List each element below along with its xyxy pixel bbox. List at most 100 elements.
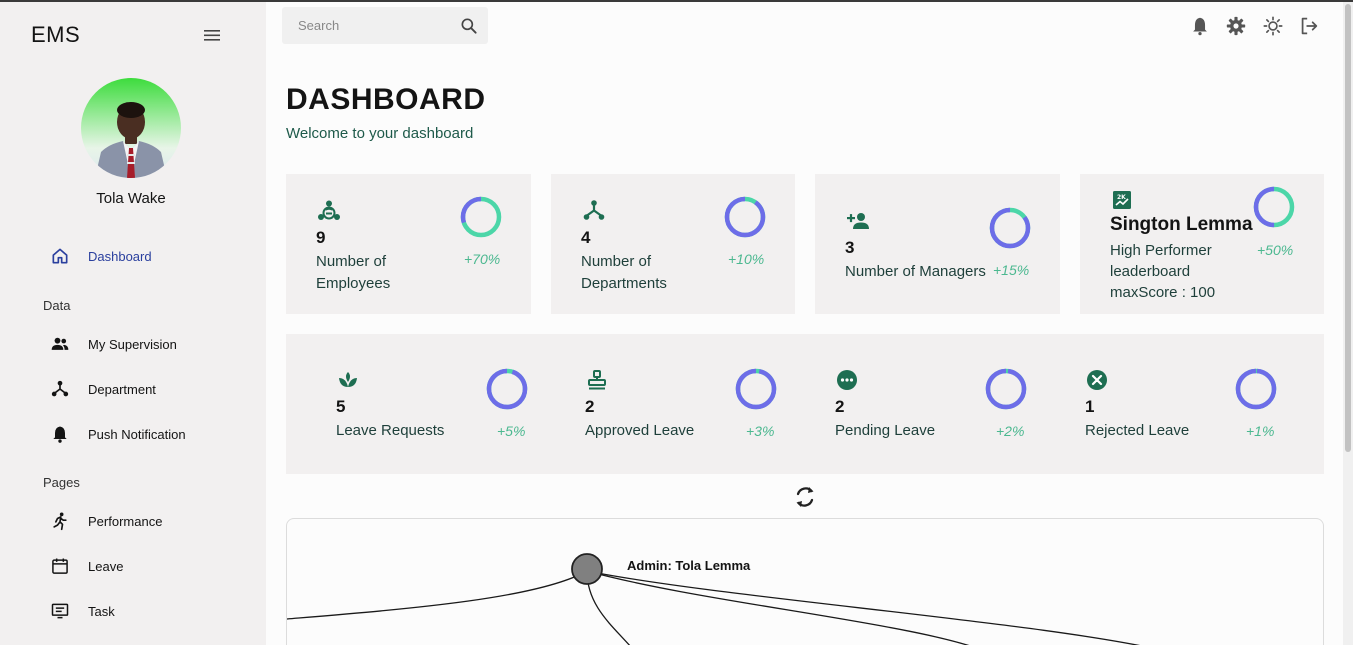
sidebar-item-leave[interactable]: Leave <box>50 552 123 580</box>
sidebar-item-label: Leave <box>88 558 124 574</box>
stat-value: 2 <box>835 397 845 416</box>
sun-icon[interactable] <box>1262 15 1284 37</box>
stat-card-leaderboard: 2K Sington Lemma High Performer leaderboa… <box>1080 174 1324 314</box>
stat-value: 3 <box>845 238 855 257</box>
person-add-icon <box>845 208 871 234</box>
stat-card-employees: 9 Number of Employees +70% <box>286 174 531 314</box>
progress-ring <box>735 368 777 410</box>
hierarchy-icon <box>581 198 607 224</box>
stat-value: 9 <box>316 228 326 247</box>
search-input[interactable] <box>282 7 452 44</box>
sidebar-item-label: Push Notification <box>88 426 186 442</box>
org-tree-links <box>287 553 1140 645</box>
app-frame: EMS Tola Wake Dashboard Data My Supervis… <box>0 2 1353 645</box>
bell-icon[interactable] <box>1189 15 1211 37</box>
progress-ring <box>989 207 1031 249</box>
stat-pending-leave: 2 Pending Leave +2% <box>785 334 1034 474</box>
progress-ring <box>1253 186 1295 228</box>
stat-value: 1 <box>1085 397 1095 416</box>
stat-percent: +3% <box>746 423 775 439</box>
sidebar-item-performance[interactable]: Performance <box>50 507 162 535</box>
progress-ring-remaining <box>735 368 777 410</box>
stat-percent: +10% <box>728 251 765 267</box>
stat-label: Pending Leave <box>835 422 936 439</box>
gear-icon[interactable] <box>1225 15 1247 37</box>
tree-link <box>287 570 588 620</box>
sidebar-item-label: My Supervision <box>88 336 177 352</box>
stat-percent: +70% <box>464 251 501 267</box>
tree-root-label: Admin: Tola Lemma <box>627 558 751 573</box>
stat-card-managers: 3 Number of Managers +15% <box>815 174 1060 314</box>
stat-label: Number of Managers <box>845 263 986 280</box>
logout-icon[interactable] <box>1298 15 1320 37</box>
stat-card-departments: 4 Number of Departments +10% <box>551 174 795 314</box>
leader-name: Sington Lemma <box>1110 214 1253 235</box>
svg-text:2K: 2K <box>1117 194 1126 201</box>
tree-link <box>586 570 970 645</box>
tree-node-root[interactable] <box>571 553 603 585</box>
stat-value: 2 <box>585 397 595 416</box>
progress-ring-remaining <box>1235 368 1277 410</box>
progress-ring <box>486 368 528 410</box>
cancel-icon <box>1085 368 1109 392</box>
stat-percent: +1% <box>1246 423 1275 439</box>
avatar <box>81 78 181 178</box>
page-subtitle: Welcome to your dashboard <box>286 125 474 142</box>
sidebar-item-my-supervision[interactable]: My Supervision <box>50 330 177 358</box>
sidebar-item-label: Performance <box>88 513 163 529</box>
leader-description: High Performer leaderboard maxScore : 100 <box>1110 242 1216 301</box>
org-tree-panel: Admin: Tola Lemma <box>286 518 1324 645</box>
group-hub-icon <box>316 198 342 224</box>
people-icon <box>50 334 70 354</box>
stamp-icon <box>585 368 609 392</box>
refresh-icon[interactable] <box>791 483 819 511</box>
progress-ring <box>724 196 766 238</box>
search-box <box>282 7 488 44</box>
stat-label: Rejected Leave <box>1085 422 1190 439</box>
home-icon <box>50 246 70 266</box>
stat-value: 5 <box>336 397 346 416</box>
progress-ring-remaining <box>724 196 766 238</box>
stat-percent: +5% <box>497 423 526 439</box>
sidebar-item-task[interactable]: Task <box>50 597 115 625</box>
sidebar-item-dashboard[interactable]: Dashboard <box>50 242 152 270</box>
progress-ring-remaining <box>486 368 528 410</box>
section-label-data: Data <box>43 298 71 313</box>
progress-ring <box>1235 368 1277 410</box>
progress-ring <box>985 368 1027 410</box>
scrollbar[interactable] <box>1343 2 1353 645</box>
section-label-pages: Pages <box>43 475 80 490</box>
search-icon[interactable] <box>459 16 479 36</box>
running-icon <box>50 511 70 531</box>
menu-toggle-icon[interactable] <box>202 27 222 43</box>
brand-title: EMS <box>31 22 81 47</box>
progress-ring-remaining <box>985 368 1027 410</box>
leaderboard-icon: 2K <box>1110 188 1134 212</box>
pending-icon <box>835 368 859 392</box>
page-title: DASHBOARD <box>286 83 486 116</box>
stat-label: Number of Departments <box>581 253 667 292</box>
stat-value: 4 <box>581 228 591 247</box>
sidebar-item-label: Dashboard <box>88 248 152 264</box>
sidebar-item-label: Task <box>88 603 115 619</box>
stat-percent: +2% <box>996 423 1025 439</box>
sidebar: EMS Tola Wake Dashboard Data My Supervis… <box>0 2 266 645</box>
stat-label: Number of Employees <box>316 253 391 292</box>
stat-label: Approved Leave <box>585 422 695 439</box>
calendar-icon <box>50 556 70 576</box>
sidebar-item-department[interactable]: Department <box>50 375 156 403</box>
username: Tola Wake <box>96 190 166 207</box>
stat-approved-leave: 2 Approved Leave +3% <box>535 334 784 474</box>
bell-icon <box>50 424 70 444</box>
progress-ring <box>460 196 502 238</box>
hierarchy-icon <box>50 379 70 399</box>
stat-leave-requests: 5 Leave Requests +5% <box>286 334 535 474</box>
scrollbar-thumb[interactable] <box>1345 4 1351 452</box>
stat-rejected-leave: 1 Rejected Leave +1% <box>1035 334 1284 474</box>
task-icon <box>50 601 70 621</box>
stat-percent: +50% <box>1257 242 1294 258</box>
sidebar-item-label: Department <box>88 381 156 397</box>
sidebar-item-push-notification[interactable]: Push Notification <box>50 420 186 448</box>
leave-stats-card: 5 Leave Requests +5% 2 Approved Leave +3… <box>286 334 1324 474</box>
stat-percent: +15% <box>993 262 1030 278</box>
